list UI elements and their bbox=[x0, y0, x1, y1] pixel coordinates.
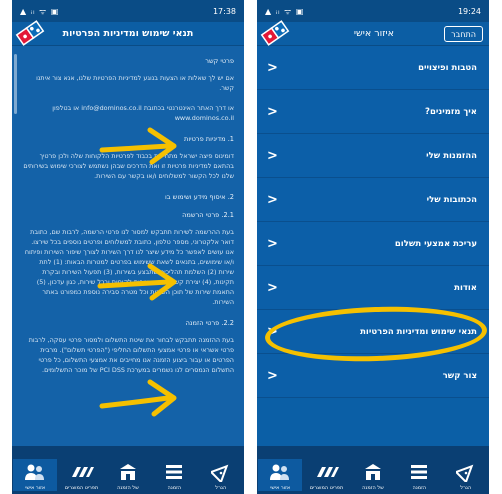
header: תנאי שימוש ומדיניות הפרטיות bbox=[12, 20, 244, 46]
chevron-left-icon: < bbox=[267, 368, 278, 383]
tab-deals[interactable]: הגרל bbox=[444, 459, 488, 491]
tab-label: של הזמנה bbox=[117, 485, 139, 491]
status-icons: ▲ ᵢₗ ᯤ ▣ bbox=[20, 6, 60, 16]
tab-personal-area[interactable]: אזור אישי bbox=[258, 459, 303, 491]
status-time: 17:38 bbox=[212, 6, 236, 16]
status-bar: ▲ ᵢₗ ᯤ ▣ 17:38 bbox=[12, 0, 244, 22]
chevron-left-icon: < bbox=[267, 192, 278, 207]
tab-menu[interactable]: תפריט המוצרים bbox=[305, 459, 349, 491]
chevron-left-icon: < bbox=[267, 236, 278, 251]
menu-item-benefits[interactable]: הטבות ופיצויים < bbox=[257, 46, 489, 90]
right-screen: ▲ ᵢₗ ᯤ ▣ 19:24 איזור אישי התחבר הטבות ופ… bbox=[257, 0, 489, 494]
tab-label: הזמנה bbox=[167, 485, 182, 491]
person-icon bbox=[25, 464, 45, 480]
menu-item-payment-methods[interactable]: עריכת אמצעי תשלום < bbox=[257, 222, 489, 266]
tab-label: הזמנה bbox=[412, 485, 427, 491]
pizza-menu-icon bbox=[316, 467, 339, 477]
pizza-slice-icon bbox=[455, 464, 474, 482]
menu-item-label: איך מזמינים? bbox=[425, 106, 477, 117]
yellow-arrow-icon bbox=[99, 127, 177, 165]
tab-label: הגרל bbox=[215, 485, 227, 491]
section-heading: 2.2. פרטי הזמנה bbox=[185, 318, 234, 327]
bottom-tab-bar: אזור אישי תפריט המוצרים של הזמנה הזמנה ה… bbox=[257, 446, 489, 494]
section-heading: 2.1. פרטי הרשמה bbox=[182, 211, 234, 220]
section-heading: פרטי קשר bbox=[205, 57, 234, 65]
chevron-left-icon: < bbox=[267, 104, 278, 119]
header: איזור אישי התחבר bbox=[257, 20, 489, 46]
list-icon bbox=[166, 465, 183, 479]
dominos-logo-icon[interactable] bbox=[15, 20, 45, 46]
menu-item-my-orders[interactable]: ההזמנות שלי < bbox=[257, 134, 489, 178]
chevron-left-icon: < bbox=[267, 60, 278, 75]
tab-store[interactable]: של הזמנה bbox=[351, 459, 395, 491]
menu-item-label: הכתובות שלי bbox=[426, 194, 477, 205]
section-heading: 2. איסוף מידע ושימוש בו bbox=[164, 192, 234, 201]
status-bar: ▲ ᵢₗ ᯤ ▣ 19:24 bbox=[257, 0, 489, 22]
tab-order[interactable]: הזמנה bbox=[152, 459, 196, 491]
tab-deals[interactable]: הגרל bbox=[199, 459, 243, 491]
scrollbar[interactable] bbox=[14, 54, 17, 114]
menu-item-label: ההזמנות שלי bbox=[426, 150, 477, 161]
tab-menu[interactable]: תפריט המוצרים bbox=[60, 459, 104, 491]
tab-label: תפריט המוצרים bbox=[64, 485, 99, 491]
tab-label: אזור אישי bbox=[25, 485, 46, 491]
store-icon bbox=[119, 464, 136, 480]
section-body: בעת ההזמנה תתבקש לבחור את שיטת התשלום ול… bbox=[28, 335, 234, 374]
menu-item-how-to-order[interactable]: איך מזמינים? < bbox=[257, 90, 489, 134]
tab-label: אזור אישי bbox=[270, 485, 291, 491]
chevron-left-icon: < bbox=[267, 280, 278, 295]
yellow-arrow-icon bbox=[97, 263, 177, 301]
login-button[interactable]: התחבר bbox=[444, 26, 483, 42]
menu-item-label: אודות bbox=[454, 282, 477, 293]
tab-label: תפריט המוצרים bbox=[309, 485, 344, 491]
chevron-left-icon: < bbox=[267, 148, 278, 163]
status-icons: ▲ ᵢₗ ᯤ ▣ bbox=[265, 6, 305, 16]
store-icon bbox=[364, 464, 381, 480]
pizza-menu-icon bbox=[71, 467, 94, 477]
bottom-tab-bar: אזור אישי תפריט המוצרים של הזמנה הזמנה ה… bbox=[12, 446, 244, 494]
menu-item-label: הטבות ופיצויים bbox=[418, 62, 477, 73]
menu-item-label: עריכת אמצעי תשלום bbox=[394, 238, 477, 249]
status-time: 19:24 bbox=[457, 6, 481, 16]
page-title: תנאי שימוש ומדיניות הפרטיות bbox=[62, 28, 194, 39]
person-icon bbox=[270, 464, 290, 480]
yellow-arrow-icon bbox=[99, 379, 177, 417]
tab-store[interactable]: של הזמנה bbox=[106, 459, 150, 491]
dominos-logo-icon[interactable] bbox=[260, 20, 290, 46]
menu-item-label: צור קשר bbox=[442, 370, 477, 381]
tab-personal-area[interactable]: אזור אישי bbox=[13, 459, 58, 491]
menu-item-about[interactable]: אודות < bbox=[257, 266, 489, 310]
pizza-slice-icon bbox=[210, 464, 229, 482]
left-screen: ▲ ᵢₗ ᯤ ▣ 17:38 תנאי שימוש ומדיניות הפרטי… bbox=[12, 0, 244, 494]
section-body: אם יש לך שאלות או הצעות בנוגע למדיניות ה… bbox=[36, 74, 234, 93]
tab-label: של הזמנה bbox=[362, 485, 384, 491]
menu-item-my-addresses[interactable]: הכתובות שלי < bbox=[257, 178, 489, 222]
tab-order[interactable]: הזמנה bbox=[397, 459, 441, 491]
tab-label: הגרל bbox=[460, 485, 472, 491]
list-icon bbox=[411, 465, 428, 479]
